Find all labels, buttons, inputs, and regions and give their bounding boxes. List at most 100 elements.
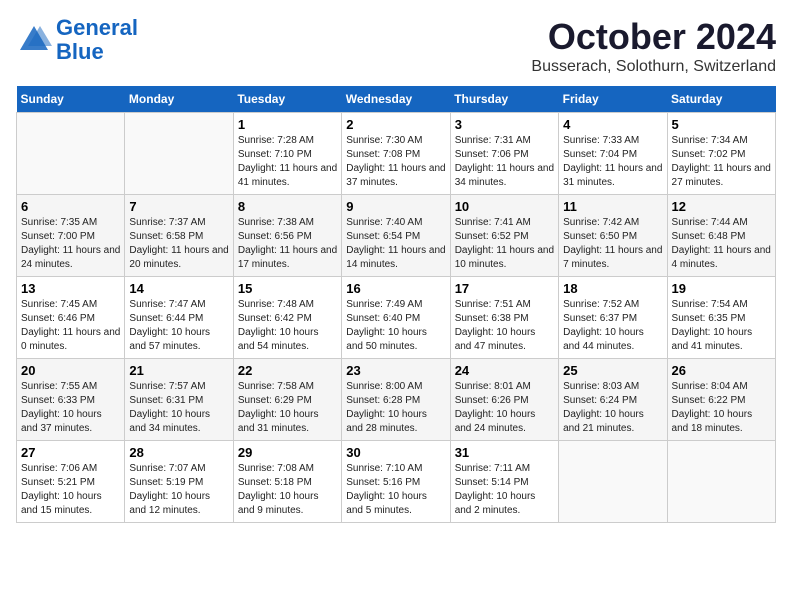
day-info: Sunrise: 7:30 AMSunset: 7:08 PMDaylight:… xyxy=(346,134,445,190)
calendar-cell: 1Sunrise: 7:28 AMSunset: 7:10 PMDaylight… xyxy=(233,113,341,195)
day-number: 29 xyxy=(238,445,337,460)
day-number: 26 xyxy=(672,363,771,378)
day-number: 16 xyxy=(346,281,445,296)
day-info: Sunrise: 7:54 AMSunset: 6:35 PMDaylight:… xyxy=(672,298,771,354)
day-number: 21 xyxy=(129,363,228,378)
day-number: 15 xyxy=(238,281,337,296)
day-info: Sunrise: 7:35 AMSunset: 7:00 PMDaylight:… xyxy=(21,216,120,272)
calendar-cell: 9 Sunrise: 7:40 AMSunset: 6:54 PMDaylight… xyxy=(342,195,450,277)
col-header-wednesday: Wednesday xyxy=(342,86,450,113)
calendar-week-4: 20 Sunrise: 7:55 AMSunset: 6:33 PMDayligh… xyxy=(17,359,776,441)
day-number: 2 xyxy=(346,117,445,132)
calendar-cell: 20 Sunrise: 7:55 AMSunset: 6:33 PMDayligh… xyxy=(17,359,125,441)
day-info: Sunrise: 7:58 AMSunset: 6:29 PMDaylight:… xyxy=(238,380,337,436)
calendar-cell: 16 Sunrise: 7:49 AMSunset: 6:40 PMDayligh… xyxy=(342,277,450,359)
day-number: 24 xyxy=(455,363,554,378)
day-info: Sunrise: 7:48 AMSunset: 6:42 PMDaylight:… xyxy=(238,298,337,354)
calendar-cell: 31 Sunrise: 7:11 AMSunset: 5:14 PMDayligh… xyxy=(450,441,558,523)
col-header-monday: Monday xyxy=(125,86,233,113)
day-info: Sunrise: 7:57 AMSunset: 6:31 PMDaylight:… xyxy=(129,380,228,436)
day-info: Sunrise: 7:47 AMSunset: 6:44 PMDaylight:… xyxy=(129,298,228,354)
calendar-table: SundayMondayTuesdayWednesdayThursdayFrid… xyxy=(16,86,776,523)
day-number: 10 xyxy=(455,199,554,214)
calendar-cell: 21 Sunrise: 7:57 AMSunset: 6:31 PMDayligh… xyxy=(125,359,233,441)
day-number: 19 xyxy=(672,281,771,296)
calendar-cell: 15 Sunrise: 7:48 AMSunset: 6:42 PMDayligh… xyxy=(233,277,341,359)
month-title: October 2024 xyxy=(531,16,776,58)
day-number: 27 xyxy=(21,445,120,460)
logo-icon xyxy=(16,22,52,58)
calendar-cell: 13 Sunrise: 7:45 AMSunset: 6:46 PMDayligh… xyxy=(17,277,125,359)
day-number: 14 xyxy=(129,281,228,296)
day-number: 17 xyxy=(455,281,554,296)
day-info: Sunrise: 7:55 AMSunset: 6:33 PMDaylight:… xyxy=(21,380,120,436)
day-info: Sunrise: 7:44 AMSunset: 6:48 PMDaylight:… xyxy=(672,216,771,272)
day-info: Sunrise: 7:10 AMSunset: 5:16 PMDaylight:… xyxy=(346,462,445,518)
calendar-week-3: 13 Sunrise: 7:45 AMSunset: 6:46 PMDayligh… xyxy=(17,277,776,359)
calendar-cell xyxy=(559,441,667,523)
day-info: Sunrise: 7:08 AMSunset: 5:18 PMDaylight:… xyxy=(238,462,337,518)
day-info: Sunrise: 7:33 AMSunset: 7:04 PMDaylight:… xyxy=(563,134,662,190)
day-info: Sunrise: 7:31 AMSunset: 7:06 PMDaylight:… xyxy=(455,134,554,190)
calendar-week-2: 6 Sunrise: 7:35 AMSunset: 7:00 PMDaylight… xyxy=(17,195,776,277)
calendar-cell: 7 Sunrise: 7:37 AMSunset: 6:58 PMDaylight… xyxy=(125,195,233,277)
day-number: 30 xyxy=(346,445,445,460)
day-info: Sunrise: 7:07 AMSunset: 5:19 PMDaylight:… xyxy=(129,462,228,518)
calendar-cell: 22 Sunrise: 7:58 AMSunset: 6:29 PMDayligh… xyxy=(233,359,341,441)
day-number: 4 xyxy=(563,117,662,132)
day-number: 22 xyxy=(238,363,337,378)
day-number: 7 xyxy=(129,199,228,214)
calendar-cell xyxy=(125,113,233,195)
day-number: 8 xyxy=(238,199,337,214)
calendar-cell: 24Sunrise: 8:01 AMSunset: 6:26 PMDayligh… xyxy=(450,359,558,441)
calendar-cell: 19 Sunrise: 7:54 AMSunset: 6:35 PMDayligh… xyxy=(667,277,775,359)
calendar-cell: 30 Sunrise: 7:10 AMSunset: 5:16 PMDayligh… xyxy=(342,441,450,523)
calendar-cell: 27 Sunrise: 7:06 AMSunset: 5:21 PMDayligh… xyxy=(17,441,125,523)
calendar-cell: 28 Sunrise: 7:07 AMSunset: 5:19 PMDayligh… xyxy=(125,441,233,523)
calendar-cell: 3 Sunrise: 7:31 AMSunset: 7:06 PMDaylight… xyxy=(450,113,558,195)
calendar-cell: 5Sunrise: 7:34 AMSunset: 7:02 PMDaylight… xyxy=(667,113,775,195)
day-info: Sunrise: 7:37 AMSunset: 6:58 PMDaylight:… xyxy=(129,216,228,272)
day-info: Sunrise: 7:38 AMSunset: 6:56 PMDaylight:… xyxy=(238,216,337,272)
calendar-cell xyxy=(17,113,125,195)
calendar-cell: 6 Sunrise: 7:35 AMSunset: 7:00 PMDaylight… xyxy=(17,195,125,277)
day-number: 12 xyxy=(672,199,771,214)
day-number: 5 xyxy=(672,117,771,132)
calendar-cell: 2 Sunrise: 7:30 AMSunset: 7:08 PMDaylight… xyxy=(342,113,450,195)
col-header-sunday: Sunday xyxy=(17,86,125,113)
location: Busserach, Solothurn, Switzerland xyxy=(531,58,776,76)
calendar-week-1: 1Sunrise: 7:28 AMSunset: 7:10 PMDaylight… xyxy=(17,113,776,195)
day-number: 6 xyxy=(21,199,120,214)
day-number: 23 xyxy=(346,363,445,378)
calendar-cell: 29 Sunrise: 7:08 AMSunset: 5:18 PMDayligh… xyxy=(233,441,341,523)
day-info: Sunrise: 8:04 AMSunset: 6:22 PMDaylight:… xyxy=(672,380,771,436)
col-header-friday: Friday xyxy=(559,86,667,113)
day-info: Sunrise: 7:40 AMSunset: 6:54 PMDaylight:… xyxy=(346,216,445,272)
calendar-cell: 18Sunrise: 7:52 AMSunset: 6:37 PMDayligh… xyxy=(559,277,667,359)
calendar-cell: 4 Sunrise: 7:33 AMSunset: 7:04 PMDaylight… xyxy=(559,113,667,195)
day-info: Sunrise: 7:51 AMSunset: 6:38 PMDaylight:… xyxy=(455,298,554,354)
calendar-cell: 12 Sunrise: 7:44 AMSunset: 6:48 PMDayligh… xyxy=(667,195,775,277)
day-info: Sunrise: 7:49 AMSunset: 6:40 PMDaylight:… xyxy=(346,298,445,354)
day-number: 18 xyxy=(563,281,662,296)
calendar-cell: 10 Sunrise: 7:41 AMSunset: 6:52 PMDayligh… xyxy=(450,195,558,277)
day-info: Sunrise: 7:06 AMSunset: 5:21 PMDaylight:… xyxy=(21,462,120,518)
day-info: Sunrise: 8:00 AMSunset: 6:28 PMDaylight:… xyxy=(346,380,445,436)
day-number: 31 xyxy=(455,445,554,460)
day-info: Sunrise: 7:11 AMSunset: 5:14 PMDaylight:… xyxy=(455,462,554,518)
day-number: 9 xyxy=(346,199,445,214)
logo: General Blue xyxy=(16,16,138,64)
title-block: October 2024 Busserach, Solothurn, Switz… xyxy=(531,16,776,76)
day-number: 13 xyxy=(21,281,120,296)
day-number: 28 xyxy=(129,445,228,460)
calendar-cell: 26 Sunrise: 8:04 AMSunset: 6:22 PMDayligh… xyxy=(667,359,775,441)
page-header: General Blue October 2024 Busserach, Sol… xyxy=(16,16,776,76)
day-number: 3 xyxy=(455,117,554,132)
col-header-saturday: Saturday xyxy=(667,86,775,113)
calendar-cell xyxy=(667,441,775,523)
col-header-thursday: Thursday xyxy=(450,86,558,113)
day-info: Sunrise: 7:41 AMSunset: 6:52 PMDaylight:… xyxy=(455,216,554,272)
day-number: 20 xyxy=(21,363,120,378)
day-info: Sunrise: 7:45 AMSunset: 6:46 PMDaylight:… xyxy=(21,298,120,354)
calendar-cell: 8 Sunrise: 7:38 AMSunset: 6:56 PMDaylight… xyxy=(233,195,341,277)
